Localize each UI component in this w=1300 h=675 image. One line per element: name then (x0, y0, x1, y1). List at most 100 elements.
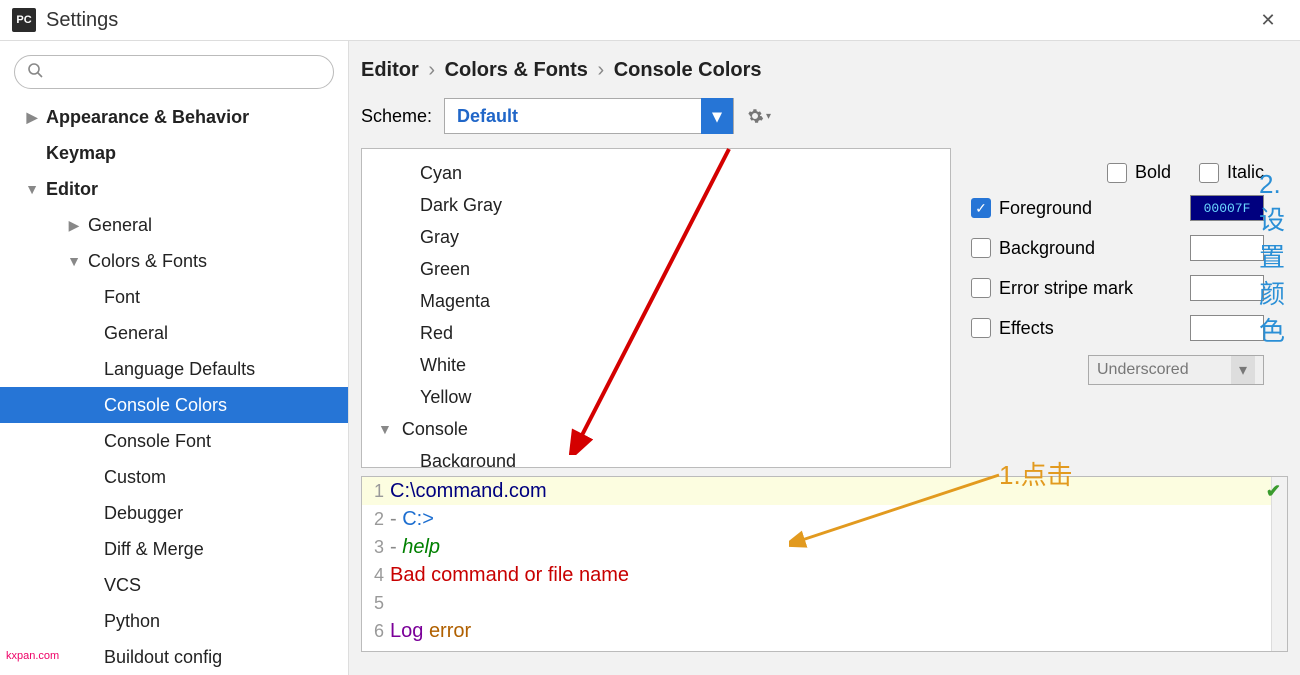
preview-line: 3- help (362, 533, 1287, 561)
tree-item[interactable]: ▶Console Colors (0, 387, 348, 423)
effects-checkbox[interactable]: Effects (971, 318, 1054, 339)
tree-item[interactable]: ▶Python (0, 603, 348, 639)
breadcrumb: Editor › Colors & Fonts › Console Colors (349, 41, 1300, 92)
checkbox-icon: ✓ (971, 198, 991, 218)
background-swatch[interactable] (1190, 235, 1264, 261)
background-label: Background (999, 238, 1095, 259)
chevron-down-icon: ▼ (378, 421, 392, 437)
breadcrumb-2: Colors & Fonts (445, 59, 588, 81)
check-icon: ✔ (1266, 481, 1281, 502)
chevron-down-icon: ▾ (1231, 356, 1255, 384)
breadcrumb-1: Editor (361, 59, 419, 81)
tree-item[interactable]: ▶VCS (0, 567, 348, 603)
errorstripe-checkbox[interactable]: Error stripe mark (971, 278, 1133, 299)
checkbox-icon (1107, 163, 1127, 183)
italic-label: Italic (1227, 162, 1264, 183)
tree-item[interactable]: ▶Console Font (0, 423, 348, 459)
tree-item[interactable]: ▶Language Defaults (0, 351, 348, 387)
tree-item-label: General (88, 215, 152, 236)
tree-item[interactable]: ▶General (0, 315, 348, 351)
tree-item-label: Python (104, 611, 160, 632)
checkbox-icon (971, 318, 991, 338)
tree-item[interactable]: ▶Diff & Merge (0, 531, 348, 567)
chevron-down-icon: ▼ (24, 181, 40, 197)
line-text: - C:> (390, 508, 434, 531)
list-group[interactable]: ▼Console (362, 413, 950, 445)
list-item[interactable]: Green (362, 253, 950, 285)
italic-checkbox[interactable]: Italic (1199, 162, 1264, 183)
line-text: - help (390, 536, 440, 559)
bold-checkbox[interactable]: Bold (1107, 162, 1171, 183)
effects-swatch[interactable] (1190, 315, 1264, 341)
line-text: Log error (390, 620, 471, 643)
watermark: kxpan.com (6, 650, 59, 662)
scheme-row: Scheme: Default ▾ ▾ (349, 92, 1300, 148)
foreground-label: Foreground (999, 198, 1092, 219)
gear-icon[interactable]: ▾ (746, 107, 771, 125)
line-text: C:\command.com (390, 480, 547, 503)
tree-item[interactable]: ▼Colors & Fonts (0, 243, 348, 279)
errorstripe-swatch[interactable] (1190, 275, 1264, 301)
list-item[interactable]: Gray (362, 221, 950, 253)
errorstripe-label: Error stripe mark (999, 278, 1133, 299)
tree-item[interactable]: ▶Debugger (0, 495, 348, 531)
effects-label: Effects (999, 318, 1054, 339)
tree-item-label: Console Font (104, 431, 211, 452)
line-number: 6 (362, 621, 390, 642)
content-row: CyanDark GrayGrayGreenMagentaRedWhiteYel… (349, 148, 1300, 468)
preview-line: 4Bad command or file name (362, 561, 1287, 589)
scheme-select[interactable]: Default ▾ (444, 98, 734, 134)
foreground-swatch[interactable]: 00007F (1190, 195, 1264, 221)
tree-item[interactable]: ▶Custom (0, 459, 348, 495)
breadcrumb-3: Console Colors (614, 59, 762, 81)
tree-item-label: VCS (104, 575, 141, 596)
breadcrumb-sep: › (428, 59, 435, 81)
preview-line: 6Log error (362, 617, 1287, 645)
foreground-checkbox[interactable]: ✓ Foreground (971, 198, 1092, 219)
close-button[interactable]: ✕ (1248, 0, 1288, 40)
preview-pane: ✔ 1C:\command.com2- C:>3- help4Bad comma… (361, 476, 1288, 652)
titlebar: PC Settings ✕ (0, 0, 1300, 41)
tree-item[interactable]: ▶ General (0, 207, 348, 243)
tree-item-label: Diff & Merge (104, 539, 204, 560)
color-list[interactable]: CyanDark GrayGrayGreenMagentaRedWhiteYel… (361, 148, 951, 468)
tree-item-label: Colors & Fonts (88, 251, 207, 272)
chevron-down-icon: ▾ (766, 111, 771, 122)
line-number: 1 (362, 481, 390, 502)
tree-item[interactable]: ▶Appearance & Behavior (0, 99, 348, 135)
tree-item-label: Console Colors (104, 395, 227, 416)
checkbox-icon (1199, 163, 1219, 183)
app-icon: PC (12, 8, 36, 32)
line-number: 4 (362, 565, 390, 586)
list-item[interactable]: Yellow (362, 381, 950, 413)
chevron-right-icon: ▶ (66, 217, 82, 234)
preview-line: 5 (362, 589, 1287, 617)
list-item[interactable]: Cyan (362, 157, 950, 189)
list-item[interactable]: Red (362, 317, 950, 349)
list-item[interactable]: Magenta (362, 285, 950, 317)
tree-item[interactable]: ▶Font (0, 279, 348, 315)
background-checkbox[interactable]: Background (971, 238, 1095, 259)
tree-item[interactable]: ▶Keymap (0, 135, 348, 171)
scheme-label: Scheme: (361, 106, 432, 127)
list-item[interactable]: Dark Gray (362, 189, 950, 221)
settings-window: PC Settings ✕ ▶Appearance & Behavior▶Key… (0, 0, 1300, 666)
body: ▶Appearance & Behavior▶Keymap▼Editor▶Gen… (0, 41, 1300, 675)
tree-item-label: Buildout config (104, 647, 222, 668)
line-text: Bad command or file name (390, 564, 629, 587)
tree-item[interactable]: ▼Editor (0, 171, 348, 207)
list-item[interactable]: Background (362, 445, 950, 468)
tree-item-label: Custom (104, 467, 166, 488)
sidebar: ▶Appearance & Behavior▶Keymap▼Editor ▶ Gen… (0, 41, 348, 675)
effects-select[interactable]: Underscored ▾ (1088, 355, 1264, 385)
bold-label: Bold (1135, 162, 1171, 183)
search-input-wrap[interactable] (14, 55, 334, 89)
preview-line: 1C:\command.com (362, 477, 1287, 505)
list-item[interactable]: White (362, 349, 950, 381)
search-input[interactable] (49, 64, 321, 80)
properties-panel: Bold Italic ✓ Foreground 00007F (971, 148, 1288, 468)
tree-item-label: Keymap (46, 143, 116, 164)
tree-item-label: General (104, 323, 168, 344)
line-number: 5 (362, 593, 390, 614)
scrollbar[interactable] (1271, 477, 1287, 651)
